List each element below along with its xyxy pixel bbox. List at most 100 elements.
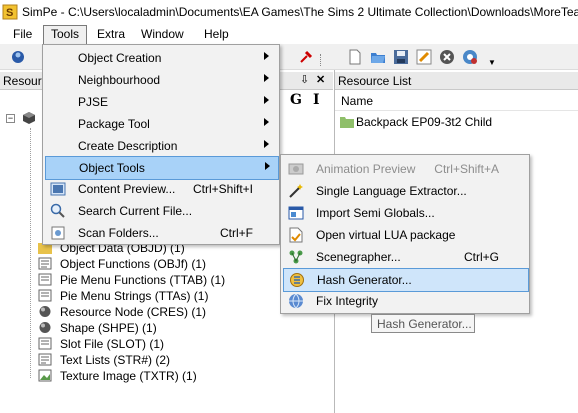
menu-item-label: Search Current File...	[78, 204, 193, 218]
pin-icon[interactable]	[298, 49, 314, 65]
menu-item-scenegrapher[interactable]: Scenegrapher... Ctrl+G	[283, 246, 527, 268]
tools-dropdown-menu: Object Creation Neighbourhood PJSE Packa…	[42, 44, 280, 245]
hash-generator-tooltip: Hash Generator...	[371, 314, 475, 333]
save-icon[interactable]	[393, 49, 409, 65]
g-button[interactable]: G	[290, 92, 302, 108]
menu-item-single-language-extractor[interactable]: Single Language Extractor...	[283, 180, 527, 202]
menu-item-label: Create Description	[78, 139, 178, 153]
new-file-icon[interactable]	[347, 49, 363, 65]
menu-item-label: Hash Generator...	[317, 273, 412, 287]
column-header-name[interactable]: Name	[335, 91, 578, 111]
svg-text:S: S	[6, 7, 13, 19]
magnifier-icon	[50, 203, 65, 218]
menu-item-object-tools[interactable]: Object Tools	[45, 156, 279, 180]
menu-item-label: Import Semi Globals...	[316, 206, 435, 220]
resource-list-item[interactable]: Backpack EP09-3t2 Child	[340, 114, 492, 130]
sims-icon[interactable]	[10, 49, 26, 65]
resource-node-icon	[39, 306, 51, 317]
menu-help[interactable]: Help	[197, 26, 236, 45]
menu-item-fix-integrity[interactable]: Fix Integrity	[283, 290, 527, 312]
tree-item-label: Pie Menu Functions (TTAB) (1)	[60, 273, 226, 287]
menu-item-object-creation[interactable]: Object Creation	[45, 47, 277, 69]
pie-menu-icon	[38, 273, 52, 286]
package-folder-icon	[340, 117, 354, 128]
tree-item-label: Pie Menu Strings (TTAs) (1)	[60, 289, 209, 303]
menu-item-package-tool[interactable]: Package Tool	[45, 113, 277, 135]
menu-item-scan-folders[interactable]: Scan Folders... Ctrl+F	[45, 222, 277, 244]
submenu-arrow-icon	[264, 74, 269, 82]
menu-item-label: Single Language Extractor...	[316, 184, 467, 198]
menu-item-label: Content Preview...	[78, 182, 176, 196]
submenu-arrow-icon	[264, 140, 269, 148]
menu-item-animation-preview: Animation Preview Ctrl+Shift+A	[283, 158, 527, 180]
resource-list-header: Resource List	[335, 72, 578, 90]
tooltip-text: Hash Generator...	[377, 317, 472, 331]
menu-item-label: Animation Preview	[316, 162, 416, 176]
resource-list-title: Resource List	[338, 74, 412, 88]
menu-bar: File Tools Extra Window Help	[0, 24, 578, 48]
wand-icon	[289, 184, 303, 198]
tree-item-label: Text Lists (STR#) (2)	[60, 353, 171, 367]
hash-generator-icon	[290, 273, 304, 287]
tree-item-label: Texture Image (TXTR) (1)	[60, 369, 197, 383]
tree-item-label: Resource Node (CRES) (1)	[60, 305, 207, 319]
tree-item-label: Shape (SHPE) (1)	[60, 321, 157, 335]
menu-item-search-current-file[interactable]: Search Current File...	[45, 200, 277, 222]
menu-item-label: Object Tools	[79, 161, 145, 175]
tree-guide-line	[30, 128, 31, 378]
menu-item-label: Open virtual LUA package	[316, 228, 456, 242]
globe-icon	[289, 293, 303, 309]
scan-folder-icon	[51, 226, 65, 240]
tree-collapse-toggle[interactable]: −	[6, 114, 15, 123]
texture-image-icon	[38, 369, 52, 382]
menu-item-label: Fix Integrity	[316, 294, 379, 308]
menu-window[interactable]: Window	[134, 26, 191, 45]
scenegraph-icon	[289, 250, 303, 264]
menu-item-shortcut: Ctrl+Shift+I	[192, 182, 253, 196]
tree-item-label: Slot File (SLOT) (1)	[60, 337, 165, 351]
menu-item-hash-generator[interactable]: Hash Generator...	[283, 268, 529, 292]
object-functions-icon	[38, 257, 52, 270]
menu-item-shortcut: Ctrl+G	[463, 250, 499, 264]
simpe-app-icon: S	[2, 4, 18, 20]
menu-extra[interactable]: Extra	[90, 26, 132, 45]
menu-item-label: Scan Folders...	[78, 226, 159, 240]
menu-item-shortcut: Ctrl+F	[220, 226, 253, 240]
refresh-globe-icon[interactable]	[462, 49, 478, 65]
menu-file[interactable]: File	[6, 26, 39, 45]
i-button[interactable]: I	[313, 92, 320, 108]
tree-item-label: Object Functions (OBJf) (1)	[60, 257, 207, 271]
object-tools-submenu: Animation Preview Ctrl+Shift+A Single La…	[280, 154, 530, 314]
menu-item-label: Neighbourhood	[78, 73, 161, 87]
window-title: SimPe - C:\Users\localadmin\Documents\EA…	[22, 5, 578, 19]
import-window-icon	[288, 206, 304, 220]
resource-item-label: Backpack EP09-3t2 Child	[356, 115, 493, 129]
submenu-arrow-icon	[264, 118, 269, 126]
menu-item-create-description[interactable]: Create Description	[45, 135, 277, 157]
menu-item-import-semi-globals[interactable]: Import Semi Globals...	[283, 202, 527, 224]
toolbar-separator	[320, 54, 324, 66]
menu-item-label: PJSE	[78, 95, 109, 109]
menu-item-shortcut: Ctrl+Shift+A	[434, 162, 499, 176]
menu-item-open-virtual-lua[interactable]: Open virtual LUA package	[283, 224, 527, 246]
text-list-icon	[38, 353, 52, 366]
submenu-arrow-icon	[264, 96, 269, 104]
close-circle-icon[interactable]	[439, 49, 455, 65]
close-panel-button[interactable]: ✕	[316, 73, 325, 86]
menu-item-label: Object Creation	[78, 51, 162, 65]
lua-package-icon	[289, 227, 303, 243]
submenu-arrow-icon	[264, 52, 269, 60]
animation-preview-icon	[288, 163, 304, 175]
edit-pencil-icon[interactable]	[416, 49, 432, 65]
pin-panel-button[interactable]: ⇩	[300, 73, 309, 86]
open-folder-icon[interactable]	[370, 49, 386, 65]
slot-file-icon	[38, 337, 52, 350]
menu-item-content-preview[interactable]: Content Preview... Ctrl+Shift+I	[45, 178, 277, 200]
submenu-arrow-icon	[265, 162, 270, 170]
shape-icon	[39, 322, 51, 333]
menu-item-neighbourhood[interactable]: Neighbourhood	[45, 69, 277, 91]
package-root-icon	[23, 112, 35, 124]
menu-item-pjse[interactable]: PJSE	[45, 91, 277, 113]
menu-item-label: Package Tool	[78, 117, 150, 131]
toolbar-overflow-icon[interactable]: ▼	[488, 58, 496, 67]
